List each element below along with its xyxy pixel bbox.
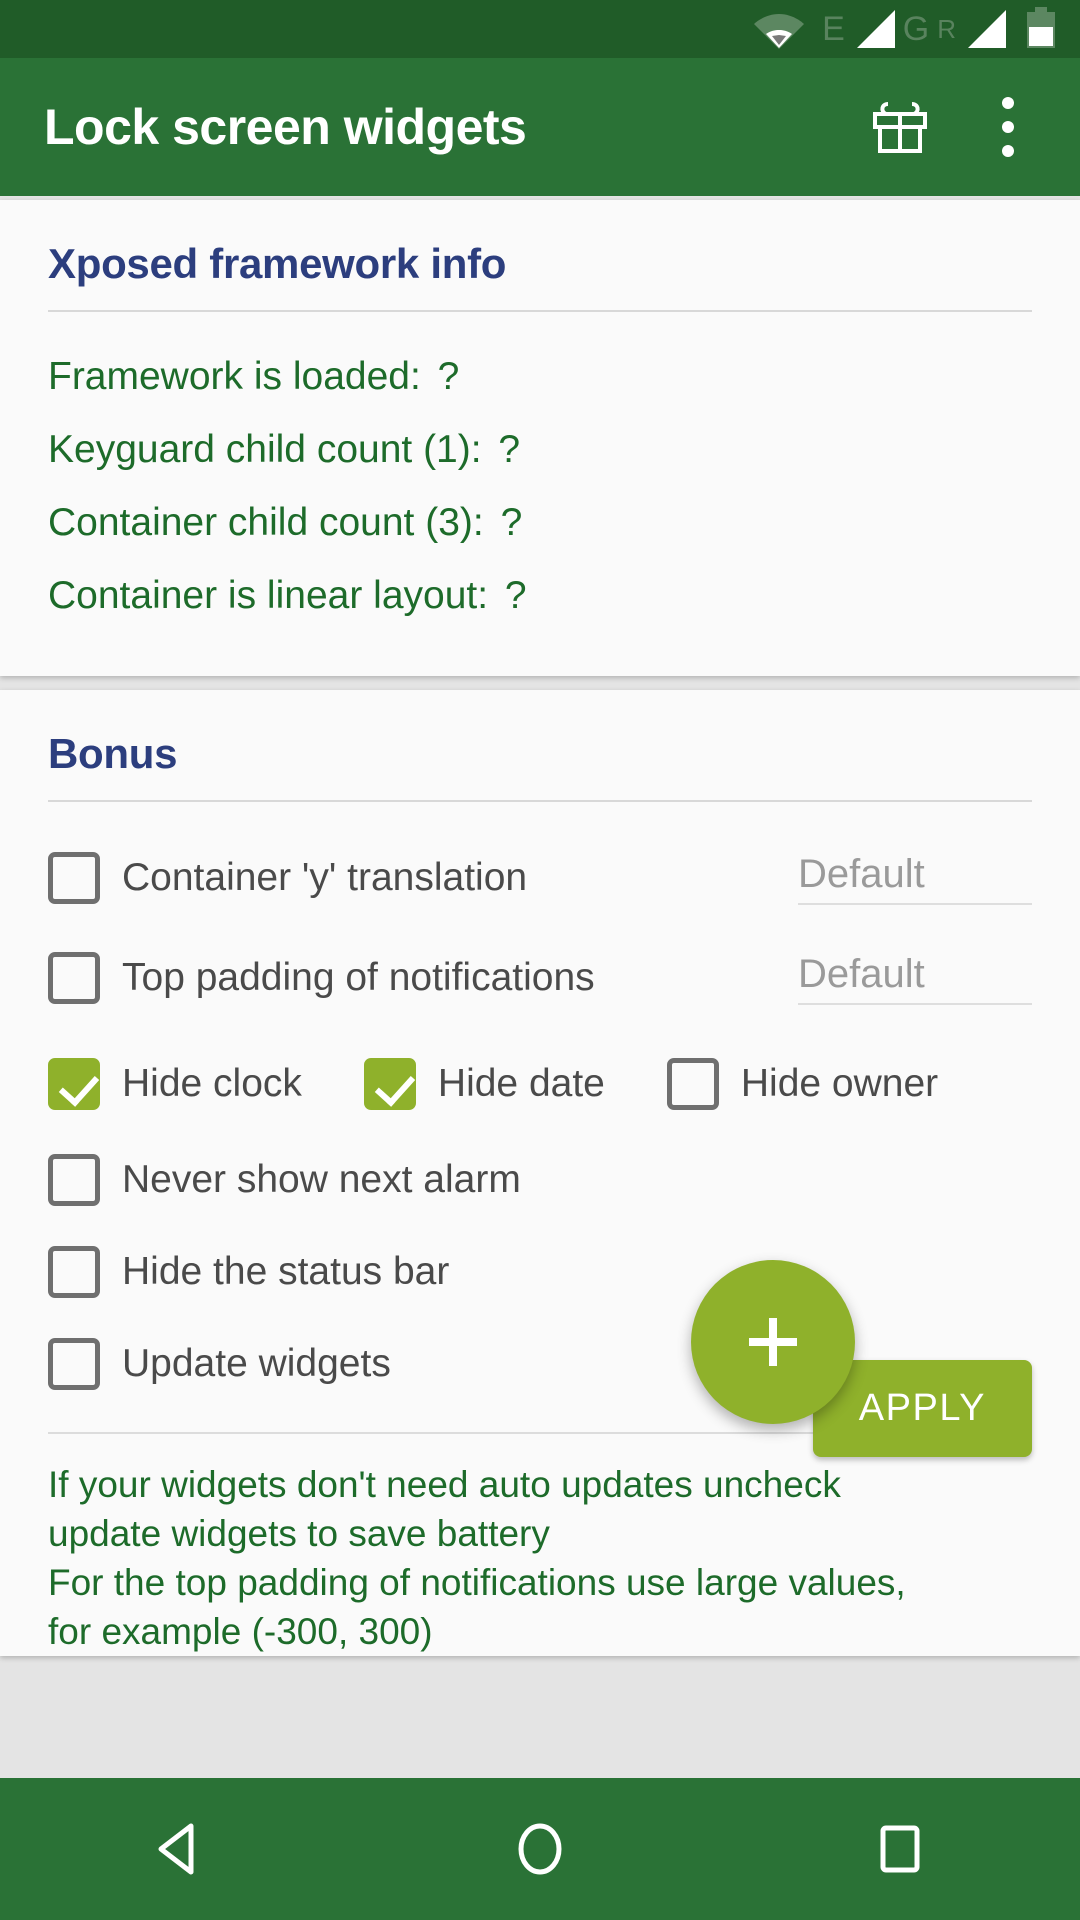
roaming-indicator-icon: R	[937, 14, 956, 44]
checkbox-label: Hide owner	[740, 1062, 939, 1105]
container-y-translation-input[interactable]	[798, 851, 1032, 897]
xposed-framework-info-card: Xposed framework info Framework is loade…	[0, 200, 1080, 676]
info-value: ?	[437, 355, 460, 398]
info-row: Framework is loaded: ?	[48, 340, 1032, 413]
signal-strength-sim2-icon	[962, 0, 1008, 58]
info-label: Container child count (3):	[48, 501, 484, 544]
checkbox-box-icon[interactable]	[48, 852, 100, 904]
checkbox-hide-status-bar[interactable]: Hide the status bar	[48, 1246, 449, 1298]
help-text: If your widgets don't need auto updates …	[48, 1464, 906, 1652]
xposed-card-title: Xposed framework info	[48, 240, 507, 287]
checkbox-never-show-next-alarm[interactable]: Never show next alarm	[48, 1154, 521, 1206]
bonus-card-title: Bonus	[48, 730, 178, 777]
info-row: Container child count (3): ?	[48, 486, 1032, 559]
checkbox-label: Update widgets	[122, 1342, 391, 1385]
wifi-icon	[752, 0, 806, 58]
checkbox-container-y-translation[interactable]: Container 'y' translation	[48, 852, 527, 904]
bonus-card-divider	[48, 800, 1032, 802]
checkbox-label: Top padding of notifications	[122, 956, 595, 999]
info-value: ?	[500, 501, 523, 544]
top-padding-notifications-input[interactable]	[798, 951, 1032, 997]
signal-strength-sim1-icon	[851, 0, 897, 58]
info-label: Framework is loaded:	[48, 355, 421, 398]
row-hide-status-bar: Hide the status bar	[48, 1226, 1032, 1318]
checkbox-top-padding-notifications[interactable]: Top padding of notifications	[48, 952, 595, 1004]
network-type-gprs-icon: G	[902, 10, 930, 48]
checkbox-box-icon[interactable]	[48, 952, 100, 1004]
more-options-icon[interactable]	[966, 85, 1050, 169]
checkbox-hide-clock[interactable]: Hide clock	[48, 1058, 302, 1110]
recents-button[interactable]	[720, 1778, 1080, 1920]
checkbox-hide-owner[interactable]: Hide owner	[666, 1058, 939, 1110]
checkbox-checked-icon[interactable]	[363, 1058, 416, 1110]
phone-screen: E G R Lock screen widgets Xposed framewo…	[0, 0, 1080, 1920]
checkbox-box-icon[interactable]	[48, 1246, 100, 1298]
settings-scroll-area[interactable]: Xposed framework info Framework is loade…	[0, 196, 1080, 1778]
bonus-card: Bonus Container 'y' translation Default …	[0, 690, 1080, 1656]
top-padding-notifications-field-wrap[interactable]	[798, 951, 1032, 1005]
checkbox-box-icon[interactable]	[48, 1154, 100, 1206]
info-row: Keyguard child count (1): ?	[48, 413, 1032, 486]
checkbox-box-icon[interactable]	[666, 1058, 719, 1110]
navigation-bar	[0, 1778, 1080, 1920]
info-row: Container is linear layout: ?	[48, 559, 1032, 632]
checkbox-label: Hide date	[437, 1062, 605, 1105]
row-container-y-translation: Container 'y' translation	[48, 828, 1032, 928]
info-value: ?	[498, 428, 521, 471]
checkbox-hide-date[interactable]: Hide date	[363, 1058, 605, 1110]
checkbox-update-widgets[interactable]: Update widgets	[48, 1338, 391, 1390]
status-bar: E G R	[0, 0, 1080, 58]
add-widget-fab[interactable]	[691, 1260, 855, 1424]
row-hide-clock-date-owner: Hide clock Hide date Hide owner	[48, 1034, 1032, 1134]
row-top-padding-notifications: Top padding of notifications	[48, 928, 1032, 1028]
checkbox-checked-icon[interactable]	[48, 1058, 100, 1110]
container-y-translation-field-wrap[interactable]	[798, 851, 1032, 905]
app-bar: Lock screen widgets	[0, 58, 1080, 196]
info-value: ?	[504, 574, 527, 617]
xposed-info-list: Framework is loaded: ? Keyguard child co…	[48, 312, 1032, 632]
info-label: Keyguard child count (1):	[48, 428, 482, 471]
checkbox-label: Never show next alarm	[122, 1158, 521, 1201]
checkbox-label: Container 'y' translation	[122, 856, 528, 899]
checkbox-label: Hide clock	[122, 1062, 302, 1105]
row-never-show-next-alarm: Never show next alarm	[48, 1134, 1032, 1226]
gift-icon[interactable]	[858, 85, 942, 169]
network-type-edge-icon: E	[822, 10, 845, 48]
page-title: Lock screen widgets	[44, 99, 527, 155]
info-label: Container is linear layout:	[48, 574, 489, 617]
checkbox-label: Hide the status bar	[122, 1250, 450, 1293]
checkbox-box-icon[interactable]	[48, 1338, 100, 1390]
battery-icon	[1024, 0, 1058, 58]
back-button[interactable]	[0, 1778, 360, 1920]
home-button[interactable]	[360, 1778, 720, 1920]
